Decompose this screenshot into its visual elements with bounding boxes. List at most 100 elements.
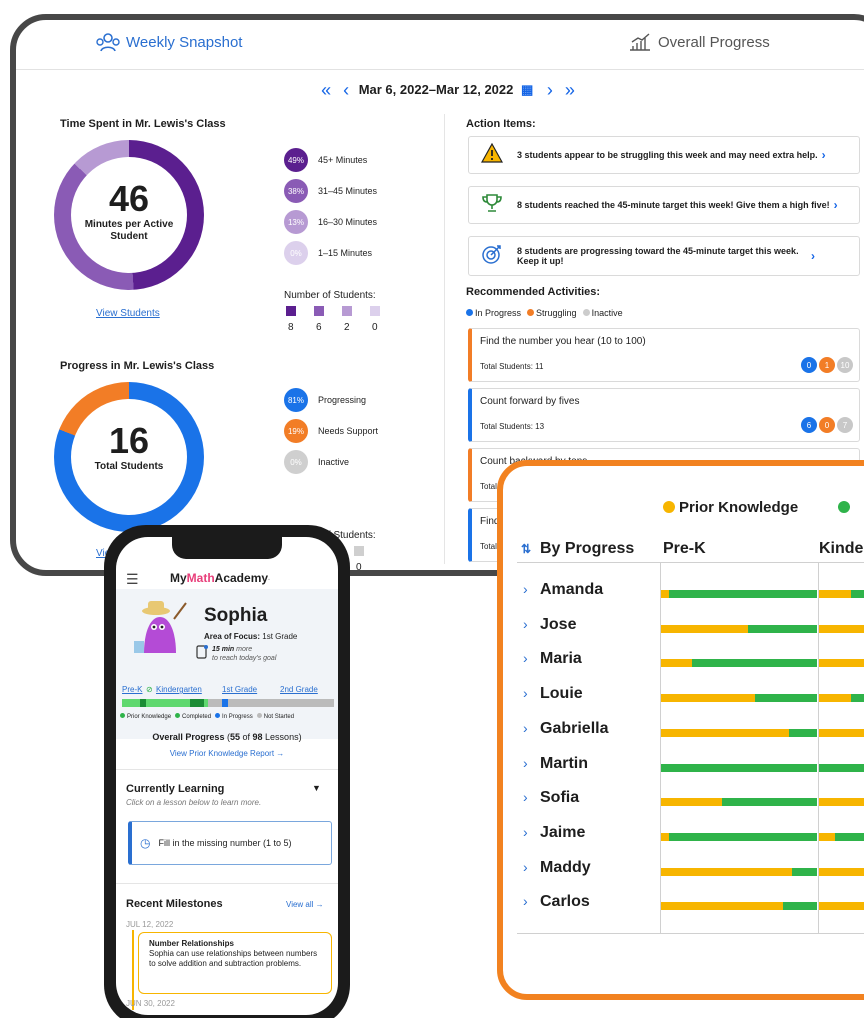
kindergarten-progress-bar (819, 590, 864, 598)
prek-progress-bar (661, 659, 817, 668)
prior-knowledge-fill (819, 798, 864, 807)
tablet-icon (196, 645, 208, 659)
prior-knowledge-fill (661, 624, 749, 633)
double-right-arrow-icon[interactable]: » (565, 80, 575, 100)
chevron-right-icon[interactable]: › (523, 824, 528, 840)
student-row[interactable]: › Carlos (503, 890, 864, 924)
chevron-right-icon: › (821, 148, 826, 162)
progress-legend: Prior Knowledge (663, 499, 854, 516)
bar-chart-icon (630, 33, 650, 51)
sort-by-progress[interactable]: By Progress (540, 540, 634, 558)
activity-status-legend: In Progress Struggling Inactive (466, 308, 623, 318)
student-row[interactable]: › Sofia (503, 786, 864, 820)
student-name[interactable]: Gabriella (540, 720, 608, 738)
chevron-right-icon[interactable]: › (523, 755, 528, 771)
student-name[interactable]: Martin (540, 755, 588, 773)
daily-goal: 15 min more to reach today's goal (196, 645, 276, 663)
tab-overall-progress[interactable]: Overall Progress (628, 32, 770, 52)
left-arrow-icon[interactable]: ‹ (343, 80, 349, 100)
prior-knowledge-fill (819, 867, 864, 876)
sort-icon[interactable]: ⇅ (521, 542, 531, 556)
kindergarten-progress-bar (819, 624, 864, 633)
milestone-date: JUN 30, 2022 (126, 999, 175, 1008)
prior-knowledge-fill (819, 832, 835, 841)
student-row[interactable]: › Louie (503, 682, 864, 716)
kindergarten-progress-bar (819, 798, 864, 807)
level-2nd-grade[interactable]: 2nd Grade (280, 685, 318, 694)
student-name[interactable]: Sofia (540, 789, 579, 807)
action-item[interactable]: 3 students appear to be struggling this … (468, 136, 860, 174)
hamburger-menu-icon[interactable]: ☰ (126, 571, 142, 588)
action-item[interactable]: 8 students reached the 45-minute target … (468, 186, 860, 224)
view-students-link[interactable]: View Students (96, 308, 160, 319)
student-row[interactable]: › Amanda (503, 578, 864, 612)
student-name[interactable]: Jaime (540, 824, 585, 842)
legend-percent: 49% (284, 148, 308, 172)
legend-label: 45+ Minutes (318, 155, 368, 165)
time-minutes-value: 46 (108, 178, 150, 219)
action-item[interactable]: 8 students are progressing toward the 45… (468, 236, 860, 276)
current-lesson-card[interactable]: ◷ Fill in the missing number (1 to 5) (128, 821, 332, 865)
prek-progress-bar (661, 763, 817, 772)
level-kindergarten[interactable]: Kindergarten (156, 685, 202, 694)
chevron-right-icon[interactable]: › (523, 581, 528, 597)
target-icon (479, 243, 505, 270)
progress-legend-row: 0% Inactive (284, 450, 349, 474)
level-prek[interactable]: Pre-K (122, 685, 142, 694)
tab-weekly-snapshot[interactable]: Weekly Snapshot (96, 32, 242, 52)
students-count: 2 (344, 322, 350, 333)
student-row[interactable]: › Gabriella (503, 717, 864, 751)
legend-percent: 0% (284, 241, 308, 265)
status-count-badge: 0 (819, 417, 835, 433)
timeline-line (132, 930, 134, 1010)
student-name[interactable]: Maddy (540, 859, 591, 877)
milestone-text: Sophia can use relationships between num… (149, 949, 318, 968)
right-arrow-icon[interactable]: › (547, 80, 553, 100)
milestone-card[interactable]: Number Relationships Sophia can use rela… (138, 932, 332, 994)
student-name[interactable]: Jose (540, 616, 576, 634)
students-count: 0 (356, 562, 362, 573)
student-row[interactable]: › Jaime (503, 821, 864, 855)
students-count: 0 (372, 322, 378, 333)
students-count: 6 (316, 322, 322, 333)
chevron-right-icon[interactable]: › (523, 720, 528, 736)
student-row[interactable]: › Maria (503, 647, 864, 681)
kindergarten-progress-bar (819, 694, 864, 703)
student-row[interactable]: › Maddy (503, 856, 864, 890)
students-swatch (342, 306, 352, 316)
student-name[interactable]: Louie (540, 685, 583, 703)
student-name[interactable]: Maria (540, 650, 582, 668)
recommended-title: Recommended Activities: (466, 286, 601, 298)
chevron-right-icon[interactable]: › (523, 893, 528, 909)
legend-label: 1–15 Minutes (318, 248, 373, 258)
legend-percent: 38% (284, 179, 308, 203)
phone-notch (172, 537, 282, 559)
prior-knowledge-fill (819, 728, 864, 737)
action-item-text: 8 students reached the 45-minute target … (517, 200, 830, 210)
chevron-right-icon[interactable]: › (523, 789, 528, 805)
chevron-right-icon[interactable]: › (523, 650, 528, 666)
kindergarten-progress-bar (819, 902, 864, 911)
legend-label: 16–30 Minutes (318, 217, 378, 227)
chevron-right-icon[interactable]: › (523, 616, 528, 632)
chevron-right-icon[interactable]: › (523, 685, 528, 701)
student-name[interactable]: Amanda (540, 581, 603, 599)
activity-card[interactable]: Find the number you hear (10 to 100) Tota… (468, 328, 860, 382)
overall-progress: Overall Progress (55 of 98 Lessons) (152, 732, 302, 742)
total-students-value: 16 (108, 420, 150, 461)
student-row[interactable]: › Jose (503, 613, 864, 647)
view-all-link[interactable]: View all → (286, 900, 324, 909)
calendar-icon[interactable]: ▦ (521, 82, 533, 97)
legend-in-progress: In Progress (466, 308, 521, 318)
chevron-right-icon[interactable]: › (523, 859, 528, 875)
student-name[interactable]: Carlos (540, 893, 590, 911)
caret-down-icon[interactable]: ▼ (312, 783, 321, 793)
activity-card[interactable]: Count forward by fives Total Students: 13… (468, 388, 860, 442)
double-left-arrow-icon[interactable]: « (321, 80, 331, 100)
time-students-title: Number of Students: (284, 290, 376, 301)
activity-total: Total Students: 13 (480, 422, 545, 431)
progbar-completed (190, 699, 204, 707)
prior-knowledge-report-link[interactable]: View Prior Knowledge Report → (116, 749, 338, 758)
level-1st-grade[interactable]: 1st Grade (222, 685, 257, 694)
student-row[interactable]: › Martin (503, 752, 864, 786)
